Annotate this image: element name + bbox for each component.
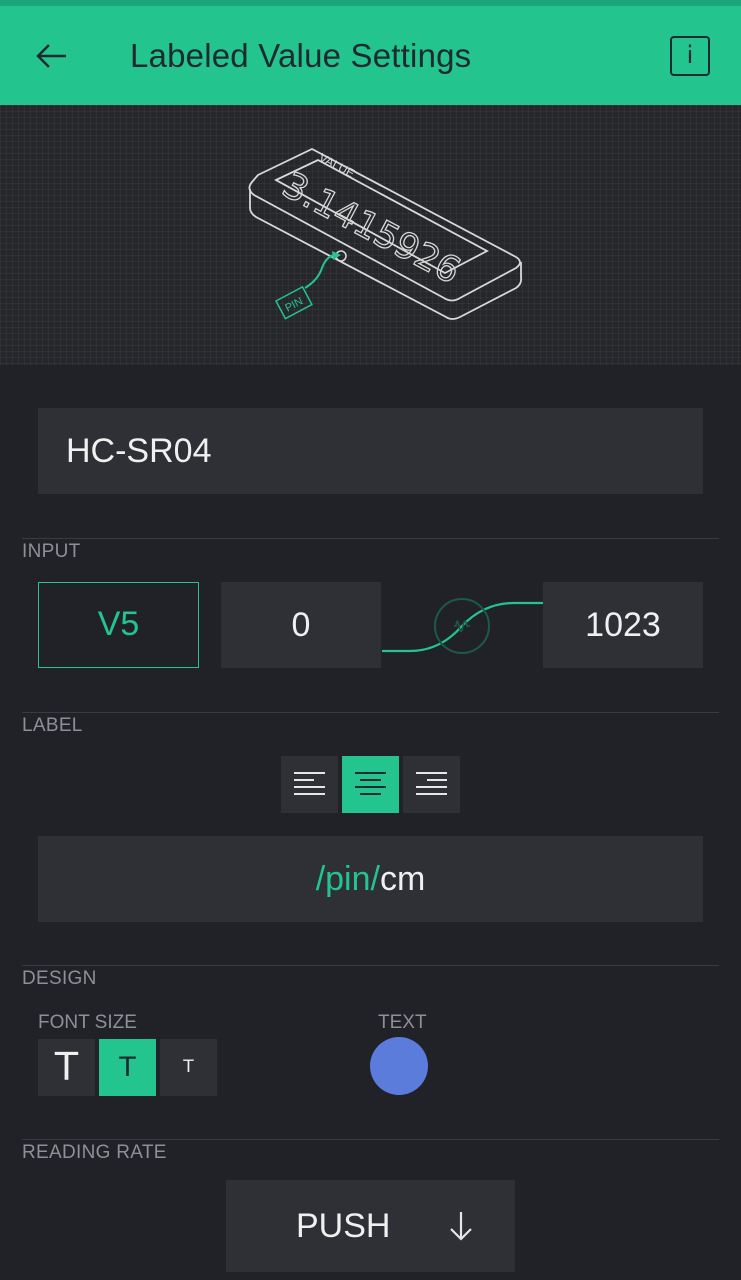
page-title: Labeled Value Settings — [130, 37, 472, 74]
min-value-input[interactable]: 0 — [221, 582, 381, 668]
info-icon[interactable]: i — [670, 36, 710, 76]
align-right-button[interactable] — [403, 756, 460, 813]
value-caption: VALUE — [317, 150, 358, 180]
arrow-down-icon — [450, 1212, 472, 1241]
widget-illustration: VALUE 3.1415926 PIN — [0, 105, 741, 365]
design-section-label: DESIGN — [22, 968, 97, 989]
app-bar: Labeled Value Settings i — [0, 6, 741, 105]
divider — [22, 1139, 719, 1140]
widget-name-input[interactable]: HC-SR04 — [38, 408, 703, 494]
pin-caption: PIN — [283, 295, 305, 314]
divider — [22, 965, 719, 966]
input-section-label: INPUT — [22, 541, 81, 562]
arrow-left-icon[interactable] — [32, 36, 72, 76]
label-input[interactable]: /pin/cm — [38, 836, 703, 922]
value-display: 3.1415926 — [276, 165, 467, 293]
align-right-icon — [416, 772, 447, 795]
reading-rate-section-label: READING RATE — [22, 1142, 167, 1163]
align-center-button[interactable] — [342, 756, 399, 813]
label-section-label: LABEL — [22, 715, 83, 736]
pin-selector[interactable]: V5 — [38, 582, 199, 668]
mapping-curve-icon[interactable] — [380, 590, 544, 665]
font-size-label: FONT SIZE — [38, 1012, 137, 1033]
align-left-icon — [294, 772, 325, 795]
label-unit-text: cm — [379, 860, 426, 898]
reading-rate-value: PUSH — [296, 1207, 391, 1245]
divider — [22, 538, 719, 539]
text-color-label: TEXT — [378, 1012, 427, 1033]
divider — [22, 712, 719, 713]
align-center-icon — [355, 772, 386, 795]
text-color-swatch[interactable] — [370, 1037, 428, 1095]
max-value-input[interactable]: 1023 — [543, 582, 703, 668]
reading-rate-dropdown[interactable]: PUSH — [226, 1180, 515, 1272]
font-size-large-button[interactable]: T — [38, 1039, 95, 1096]
font-size-medium-button[interactable]: T — [99, 1039, 156, 1096]
align-left-button[interactable] — [281, 756, 338, 813]
label-pin-token: /pin/ — [315, 860, 380, 898]
font-size-small-button[interactable]: T — [160, 1039, 217, 1096]
